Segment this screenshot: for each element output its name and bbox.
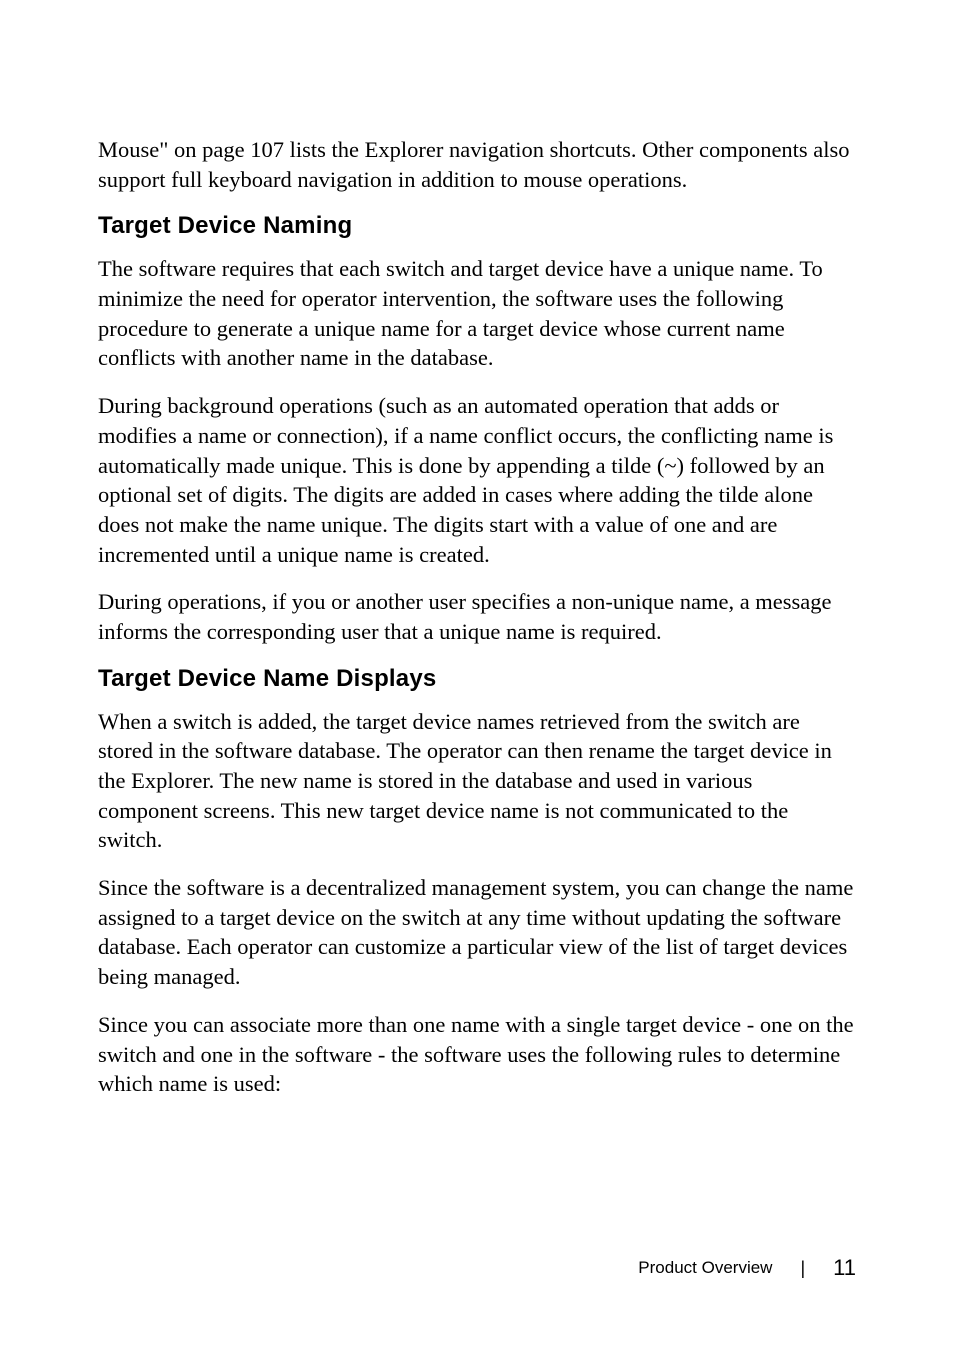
heading-target-device-name-displays: Target Device Name Displays — [98, 665, 856, 693]
section1-paragraph-2: During background operations (such as an… — [98, 391, 856, 569]
intro-paragraph: Mouse" on page 107 lists the Explorer na… — [98, 135, 856, 194]
page-content: Mouse" on page 107 lists the Explorer na… — [0, 0, 954, 1099]
section2-paragraph-3: Since you can associate more than one na… — [98, 1010, 856, 1099]
page-footer: Product Overview | 11 — [638, 1255, 856, 1281]
section1-paragraph-3: During operations, if you or another use… — [98, 587, 856, 646]
footer-separator: | — [800, 1258, 805, 1279]
footer-page-number: 11 — [833, 1255, 856, 1281]
section2-paragraph-2: Since the software is a decentralized ma… — [98, 873, 856, 992]
footer-section-label: Product Overview — [638, 1258, 772, 1278]
heading-target-device-naming: Target Device Naming — [98, 212, 856, 240]
section2-paragraph-1: When a switch is added, the target devic… — [98, 707, 856, 855]
section1-paragraph-1: The software requires that each switch a… — [98, 254, 856, 373]
